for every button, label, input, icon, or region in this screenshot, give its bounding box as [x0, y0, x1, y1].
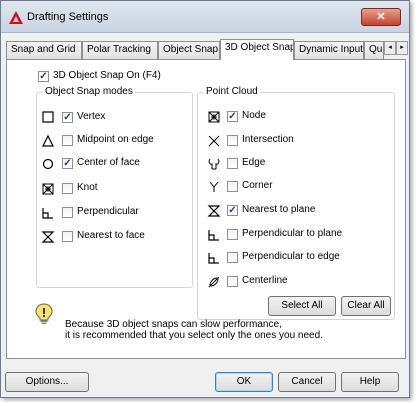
perpendicular-to-plane-checkbox[interactable] — [227, 229, 238, 240]
performance-message: Because 3D object snaps can slow perform… — [65, 319, 323, 341]
centerline-label: Centerline — [242, 275, 288, 286]
vertex-square-icon — [42, 111, 54, 123]
tab-scroll-right-button[interactable]: ▸ — [396, 41, 408, 55]
check-mark-icon: ✓ — [228, 111, 237, 122]
centerline-checkbox[interactable] — [227, 276, 238, 287]
chevron-left-icon: ◂ — [388, 44, 392, 51]
close-icon: ✕ — [376, 11, 386, 23]
edge-icon — [208, 158, 220, 170]
nearest-to-plane-label: Nearest to plane — [242, 204, 316, 215]
close-button[interactable]: ✕ — [361, 8, 401, 26]
check-mark-icon: ✓ — [63, 158, 72, 169]
point-cloud-title: Point Cloud — [204, 86, 260, 97]
center-of-face-label: Center of face — [77, 157, 140, 168]
title-bar[interactable]: Drafting Settings ✕ — [1, 1, 409, 33]
perpendicular-to-edge-label: Perpendicular to edge — [242, 251, 340, 262]
midpoint-on-edge-label: Midpoint on edge — [77, 134, 154, 145]
center-circle-icon — [42, 158, 54, 170]
node-label: Node — [242, 110, 266, 121]
corner-checkbox[interactable] — [227, 181, 238, 192]
knot-label: Knot — [77, 182, 98, 193]
lightbulb-icon — [35, 303, 53, 324]
tab-object-snap[interactable]: Object Snap — [158, 41, 220, 59]
tab-scroll-left-button[interactable]: ◂ — [384, 41, 396, 55]
perpendicular-label: Perpendicular — [77, 206, 139, 217]
intersection-checkbox[interactable] — [227, 135, 238, 146]
check-mark-icon: ✓ — [39, 71, 48, 82]
node-icon — [208, 111, 220, 123]
nearest-to-face-checkbox[interactable] — [62, 231, 73, 242]
nearest-to-plane-checkbox[interactable]: ✓ — [227, 205, 238, 216]
nearest-hourglass-icon — [41, 231, 55, 243]
centerline-icon — [208, 276, 220, 288]
clear-all-button[interactable]: Clear All — [341, 296, 391, 316]
center-of-face-checkbox[interactable]: ✓ — [62, 158, 73, 169]
tab-quick-properties[interactable]: Quic — [364, 41, 384, 59]
knot-icon — [42, 183, 54, 195]
midpoint-triangle-icon — [42, 134, 54, 147]
midpoint-on-edge-checkbox[interactable] — [62, 135, 73, 146]
window-title: Drafting Settings — [27, 11, 109, 23]
node-checkbox[interactable]: ✓ — [227, 111, 238, 122]
edge-label: Edge — [242, 157, 266, 168]
perpendicular-icon — [208, 230, 219, 241]
vertex-checkbox[interactable]: ✓ — [62, 112, 73, 123]
perpendicular-checkbox[interactable] — [62, 207, 73, 218]
ok-button[interactable]: OK — [215, 372, 273, 392]
cancel-button[interactable]: Cancel — [278, 372, 336, 392]
perpendicular-icon — [208, 253, 219, 264]
intersection-x-icon — [208, 135, 220, 147]
edge-checkbox[interactable] — [227, 158, 238, 169]
check-mark-icon: ✓ — [63, 112, 72, 123]
knot-checkbox[interactable] — [62, 183, 73, 194]
tab-panel-3d-object-snap: ✓ 3D Object Snap On (F4) Object Snap mod… — [6, 59, 406, 359]
perpendicular-to-edge-checkbox[interactable] — [227, 252, 238, 263]
corner-label: Corner — [242, 180, 273, 191]
object-snap-modes-title: Object Snap modes — [43, 86, 135, 97]
tab-strip: Snap and Grid Polar Tracking Object Snap… — [6, 39, 408, 60]
tab-3d-object-snap[interactable]: 3D Object Snap — [220, 39, 294, 60]
object-snap-modes-group: Object Snap modes — [36, 86, 193, 288]
check-mark-icon: ✓ — [228, 205, 237, 216]
snap-on-checkbox[interactable]: ✓ — [38, 71, 49, 82]
tab-dynamic-input[interactable]: Dynamic Input — [294, 41, 364, 59]
help-button[interactable]: Help — [341, 372, 399, 392]
message-line-1: Because 3D object snaps can slow perform… — [65, 319, 282, 330]
nearest-hourglass-icon — [207, 205, 221, 217]
perpendicular-icon — [42, 208, 53, 219]
options-button[interactable]: Options... — [5, 372, 89, 392]
nearest-to-face-label: Nearest to face — [77, 230, 145, 241]
intersection-label: Intersection — [242, 134, 294, 145]
snap-on-label: 3D Object Snap On (F4) — [53, 70, 161, 81]
tab-snap-and-grid[interactable]: Snap and Grid — [6, 41, 82, 59]
drafting-settings-dialog: Drafting Settings ✕ Snap and Grid Polar … — [0, 0, 410, 398]
autocad-app-icon — [9, 11, 23, 24]
vertex-label: Vertex — [77, 111, 106, 122]
perpendicular-to-plane-label: Perpendicular to plane — [242, 228, 343, 239]
message-line-2: it is recommended that you select only t… — [65, 330, 323, 341]
tab-polar-tracking[interactable]: Polar Tracking — [82, 41, 158, 59]
chevron-right-icon: ▸ — [400, 44, 404, 51]
corner-y-icon — [209, 181, 219, 192]
select-all-button[interactable]: Select All — [268, 296, 336, 316]
